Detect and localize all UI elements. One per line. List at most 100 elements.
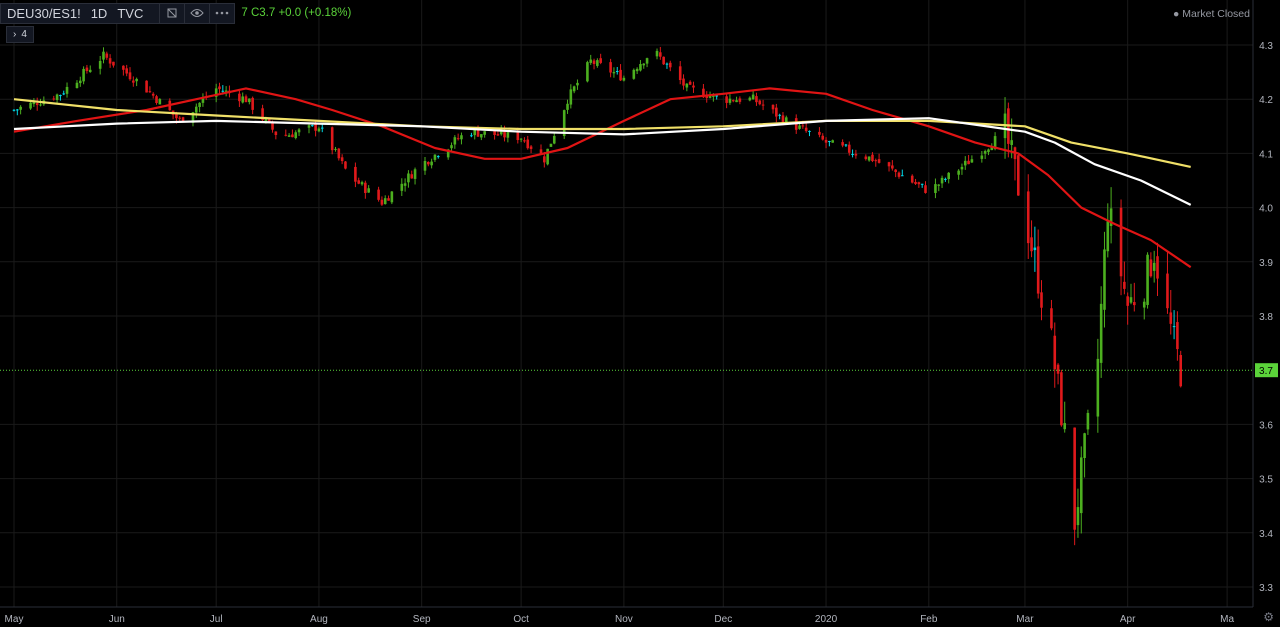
candle-body (891, 165, 894, 169)
indicators-toggle-button[interactable]: › 4 (6, 26, 34, 43)
candle-body (589, 59, 593, 63)
candle-body (241, 96, 245, 103)
candle-body (917, 182, 921, 185)
candle-body (35, 103, 39, 106)
candle-body (914, 181, 917, 184)
candle-body (735, 100, 738, 103)
moving-average-line (13, 87, 1192, 269)
grid-layer (0, 0, 1253, 607)
candle-body (403, 183, 407, 186)
candle-body (615, 70, 619, 72)
time-tick-label: Mar (1016, 614, 1034, 625)
candle-body (599, 58, 602, 63)
market-status-text: Market Closed (1182, 8, 1250, 20)
indicators-count: 4 (21, 29, 27, 40)
candle-body (804, 127, 808, 132)
candle-body (1106, 221, 1110, 252)
candle-body (592, 60, 596, 64)
time-tick-label: Nov (615, 614, 633, 625)
candle-body (1096, 358, 1100, 417)
time-axis: May Jun Jul Aug Sep Oct Nov Dec 2020 Feb Mar Apr Ma (5, 614, 1235, 625)
price-tick-label: 3.4 (1259, 529, 1273, 540)
candle-body (937, 184, 941, 186)
candle-body (940, 177, 944, 184)
candle-body (1129, 297, 1133, 303)
candle-body (1099, 303, 1103, 363)
candle-body (311, 125, 314, 127)
chart-area[interactable]: 4.3 4.2 4.1 4.0 3.9 3.8 3.6 3.5 3.4 3.3 May Jun Jul… (0, 0, 1280, 627)
candle-body (1166, 273, 1169, 309)
candle-body (523, 140, 526, 142)
more-icon[interactable] (210, 2, 236, 24)
candle-body (692, 85, 695, 88)
candle-body (877, 159, 881, 163)
candle-body (122, 65, 125, 70)
candle-body (1103, 249, 1106, 310)
candle-body (291, 134, 294, 138)
time-tick-label: Feb (920, 614, 938, 625)
candle-body (503, 131, 506, 138)
candle-body (390, 191, 394, 203)
candle-body (1169, 312, 1173, 324)
time-tick-label: Ma (1220, 614, 1234, 625)
candle-body (238, 93, 241, 102)
candle-body (808, 130, 811, 132)
candle-body (145, 80, 148, 93)
candle-body (102, 51, 105, 60)
candle-body (1126, 296, 1129, 306)
candle-body (1036, 246, 1040, 294)
symbol-interval: 1D (90, 5, 108, 21)
candle-body (19, 106, 22, 110)
candle-body (970, 159, 974, 163)
time-tick-label: May (5, 614, 24, 625)
candle-body (851, 154, 854, 156)
candle-body (284, 134, 288, 136)
candle-body (642, 63, 646, 66)
candle-body (330, 127, 334, 151)
candle-body (198, 102, 201, 107)
candle-body (586, 62, 589, 82)
candle-body (824, 139, 828, 143)
candle-body (135, 78, 138, 82)
eye-icon[interactable] (185, 2, 211, 24)
candle-body (1123, 281, 1126, 289)
candle-body (108, 58, 112, 64)
symbol-title[interactable]: DEU30/ES1! 1D TVC (0, 2, 161, 24)
candle-body (960, 166, 964, 170)
candle-body (344, 161, 347, 169)
candle-body (387, 198, 390, 201)
ohlc-close: C3.7 (250, 7, 276, 19)
candle-body (151, 93, 155, 96)
candle-body (473, 129, 477, 136)
candle-body (655, 50, 659, 57)
price-chart[interactable]: 4.3 4.2 4.1 4.0 3.9 3.8 3.6 3.5 3.4 3.3 May Jun Jul… (0, 0, 1280, 627)
candle-body (85, 67, 89, 72)
candle-body (1060, 372, 1063, 426)
price-tick-label: 3.6 (1259, 420, 1273, 431)
candle-body (377, 189, 380, 200)
symbol-source: TVC (117, 5, 144, 21)
candle-body (128, 72, 132, 80)
candle-body (59, 95, 62, 97)
time-tick-label: Dec (714, 614, 732, 625)
gear-icon[interactable]: ⚙ (1263, 610, 1274, 624)
candle-body (612, 72, 616, 74)
candle-body (221, 90, 225, 92)
candle-body (460, 135, 463, 140)
time-tick-label: 2020 (815, 614, 838, 625)
price-tick-label: 4.3 (1259, 41, 1273, 52)
candle-body (622, 77, 626, 81)
candle-body (576, 82, 579, 86)
price-tick-label: 3.9 (1259, 258, 1273, 269)
candle-body (910, 175, 914, 183)
candle-body (244, 96, 248, 103)
candle-body (771, 104, 775, 110)
candle-body (831, 140, 834, 143)
ohlc-change: +0.0 (+0.18%) (278, 7, 352, 19)
candle-body (566, 103, 569, 110)
candle-body (175, 113, 178, 119)
candle-body (934, 184, 937, 193)
flag-icon[interactable] (160, 2, 186, 24)
candle-body (320, 127, 324, 129)
candle-body (357, 180, 361, 184)
